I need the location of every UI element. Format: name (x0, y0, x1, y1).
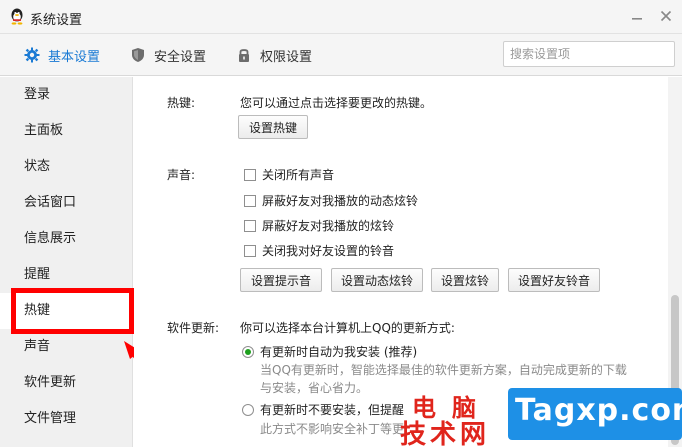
disable-friend-ringtone-checkbox[interactable]: 关闭我对好友设置的铃音 (244, 242, 394, 259)
sidebar-item-chat-window[interactable]: 会话窗口 (0, 185, 133, 221)
update-description: 你可以选择本台计算机上QQ的更新方式: (240, 321, 455, 335)
sidebar: 登录 主面板 状态 会话窗口 信息展示 提醒 热键 声音 软件更新 文件管理 (0, 77, 133, 447)
minimize-icon (632, 18, 642, 20)
auto-install-radio[interactable]: 有更新时自动为我安装 (推荐) (242, 343, 417, 360)
checkbox-box[interactable] (244, 194, 256, 207)
tab-basic-settings[interactable]: 基本设置 (24, 44, 100, 66)
search-input[interactable] (503, 41, 675, 67)
tab-label: 基本设置 (48, 49, 101, 65)
notify-only-note: 此方式不影响安全补丁等更 (260, 422, 405, 436)
sidebar-item-login[interactable]: 登录 (0, 77, 133, 113)
sidebar-item-status[interactable]: 状态 (0, 149, 133, 185)
block-dynamic-ringtone-checkbox[interactable]: 屏蔽好友对我播放的动态炫铃 (244, 192, 418, 209)
close-icon (660, 10, 672, 22)
radio-dot[interactable] (242, 403, 254, 416)
mute-all-checkbox[interactable]: 关闭所有声音 (244, 166, 334, 183)
minimize-button[interactable] (626, 6, 648, 26)
radio-dot[interactable] (242, 345, 254, 358)
window-title: 系统设置 (30, 13, 83, 28)
top-tab-bar: 基本设置 安全设置 权限设置 (0, 34, 682, 76)
checkbox-label: 屏蔽好友对我播放的动态炫铃 (262, 194, 419, 208)
hotkey-description: 您可以通过点击选择要更改的热键。 (240, 96, 433, 110)
auto-install-note: 当QQ有更新时，智能选择最佳的软件更新方案，自动完成更新的下载 (260, 363, 627, 377)
sidebar-item-software-update[interactable]: 软件更新 (0, 365, 133, 401)
tab-permission-settings[interactable]: 权限设置 (236, 44, 312, 66)
set-ringtone-button[interactable]: 设置炫铃 (431, 268, 499, 292)
set-notification-sound-button[interactable]: 设置提示音 (240, 268, 322, 292)
notify-only-radio[interactable]: 有更新时不要安装，但提醒 (242, 401, 404, 418)
gear-icon (24, 47, 40, 63)
block-ringtone-checkbox[interactable]: 屏蔽好友对我播放的炫铃 (244, 217, 394, 234)
sidebar-item-main-panel[interactable]: 主面板 (0, 113, 133, 149)
sound-section-label: 声音: (167, 168, 196, 182)
watermark-site: Tagxp.com (515, 393, 682, 428)
set-dynamic-ringtone-button[interactable]: 设置动态炫铃 (331, 268, 423, 292)
highlight-box (11, 288, 134, 334)
sidebar-item-info-display[interactable]: 信息展示 (0, 221, 133, 257)
radio-label: 有更新时自动为我安装 (推荐) (260, 345, 418, 359)
checkbox-label: 关闭我对好友设置的铃音 (262, 244, 395, 258)
sidebar-item-file-management[interactable]: 文件管理 (0, 401, 133, 437)
checkbox-box[interactable] (244, 244, 256, 257)
auto-install-note-line2: 与安装，省心省力。 (260, 381, 369, 395)
radio-label: 有更新时不要安装，但提醒 (260, 403, 405, 417)
tab-label: 权限设置 (260, 49, 313, 65)
sidebar-item-sound[interactable]: 声音 (0, 329, 133, 365)
set-friend-ringtone-button[interactable]: 设置好友铃音 (508, 268, 600, 292)
checkbox-box[interactable] (244, 219, 256, 232)
set-hotkey-button[interactable]: 设置热键 (238, 115, 308, 139)
close-button[interactable] (655, 6, 677, 26)
tab-security-settings[interactable]: 安全设置 (130, 44, 206, 66)
tab-label: 安全设置 (154, 49, 207, 65)
title-bar: 系统设置 (0, 0, 682, 34)
shield-icon (132, 48, 144, 62)
update-section-label: 软件更新: (167, 321, 220, 335)
qq-penguin-icon (11, 8, 23, 25)
checkbox-label: 关闭所有声音 (262, 168, 335, 182)
checkbox-label: 屏蔽好友对我播放的炫铃 (262, 219, 395, 233)
watermark-text-line2: 技术网 (400, 420, 491, 447)
lock-icon (239, 49, 249, 62)
checkbox-box[interactable] (244, 168, 256, 181)
hotkey-section-label: 热键: (167, 96, 196, 110)
